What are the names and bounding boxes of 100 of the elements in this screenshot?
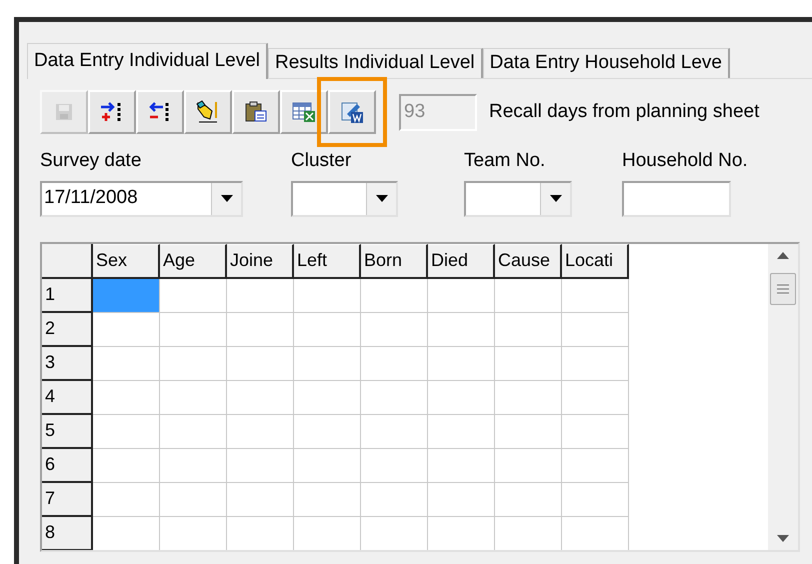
toolbar-button[interactable] (232, 90, 280, 134)
column-header[interactable]: Cause (495, 244, 562, 278)
table-cell[interactable] (562, 448, 629, 482)
table-cell[interactable] (428, 516, 495, 550)
tab[interactable]: Results Individual Level (268, 48, 483, 78)
row-header[interactable]: 7 (42, 482, 93, 516)
table-cell[interactable] (227, 482, 294, 516)
table-cell[interactable] (294, 414, 361, 448)
table-cell[interactable] (361, 380, 428, 414)
table-cell[interactable] (428, 414, 495, 448)
table-cell[interactable] (428, 482, 495, 516)
toolbar-button[interactable] (184, 90, 232, 134)
table-cell[interactable] (294, 482, 361, 516)
table-cell[interactable] (160, 380, 227, 414)
scroll-down-icon[interactable] (777, 534, 789, 542)
table-cell[interactable] (227, 516, 294, 550)
table-cell[interactable] (227, 346, 294, 380)
table-cell[interactable] (93, 278, 160, 312)
table-cell[interactable] (160, 278, 227, 312)
recall-days-label: Recall days from planning sheet (489, 100, 760, 124)
table-cell[interactable] (428, 346, 495, 380)
table-cell[interactable] (294, 380, 361, 414)
table-cell[interactable] (294, 312, 361, 346)
column-header[interactable]: Sex (93, 244, 160, 278)
table-cell[interactable] (495, 380, 562, 414)
toolbar-button[interactable] (136, 90, 184, 134)
dropdown-button[interactable] (211, 182, 241, 214)
table-cell[interactable] (495, 278, 562, 312)
scroll-up-icon[interactable] (777, 252, 789, 258)
table-cell[interactable] (495, 448, 562, 482)
table-cell[interactable] (361, 448, 428, 482)
column-header[interactable]: Age (160, 244, 227, 278)
table-cell[interactable] (227, 380, 294, 414)
table-cell[interactable] (562, 414, 629, 448)
dropdown-button[interactable] (366, 182, 396, 214)
table-cell[interactable] (562, 312, 629, 346)
table-cell[interactable] (428, 278, 495, 312)
table-cell[interactable] (227, 448, 294, 482)
table-cell[interactable] (428, 380, 495, 414)
table-cell[interactable] (361, 482, 428, 516)
table-cell[interactable] (495, 516, 562, 550)
table-cell[interactable] (361, 414, 428, 448)
tab[interactable]: Data Entry Household Leve (482, 48, 730, 78)
table-cell[interactable] (428, 312, 495, 346)
table-cell[interactable] (562, 346, 629, 380)
table-cell[interactable] (294, 346, 361, 380)
row-header[interactable]: 2 (42, 312, 93, 346)
table-cell[interactable] (93, 448, 160, 482)
scroll-thumb[interactable] (770, 272, 796, 304)
table-cell[interactable] (495, 346, 562, 380)
row-header[interactable]: 5 (42, 414, 93, 448)
table-cell[interactable] (361, 516, 428, 550)
row-header[interactable]: 8 (42, 516, 93, 550)
table-cell[interactable] (562, 380, 629, 414)
table-cell[interactable] (160, 516, 227, 550)
table-cell[interactable] (227, 312, 294, 346)
dropdown-button[interactable] (540, 182, 570, 214)
table-cell[interactable] (93, 414, 160, 448)
table-cell[interactable] (495, 312, 562, 346)
row-header[interactable]: 4 (42, 380, 93, 414)
column-header[interactable]: Born (361, 244, 428, 278)
table-cell[interactable] (562, 516, 629, 550)
row-header[interactable]: 1 (42, 278, 93, 312)
table-cell[interactable] (160, 346, 227, 380)
table-cell[interactable] (227, 278, 294, 312)
table-cell[interactable] (495, 414, 562, 448)
table-cell[interactable] (428, 448, 495, 482)
toolbar-button[interactable] (88, 90, 136, 134)
table-cell[interactable] (361, 346, 428, 380)
table-cell[interactable] (93, 312, 160, 346)
table-cell[interactable] (160, 448, 227, 482)
text-field[interactable] (622, 180, 731, 216)
table-cell[interactable] (294, 278, 361, 312)
column-header[interactable]: Locati (562, 244, 629, 278)
toolbar-button[interactable] (328, 90, 376, 134)
table-cell[interactable] (93, 482, 160, 516)
table-cell[interactable] (227, 414, 294, 448)
tab[interactable]: Data Entry Individual Level (27, 43, 268, 79)
table-cell[interactable] (93, 516, 160, 550)
grip-icon (777, 284, 789, 294)
row-header[interactable]: 6 (42, 448, 93, 482)
table-cell[interactable] (93, 346, 160, 380)
table-cell[interactable] (160, 312, 227, 346)
combo-box[interactable]: 17/11/2008 (40, 180, 243, 216)
column-header[interactable]: Joine (227, 244, 294, 278)
vertical-scrollbar[interactable] (768, 244, 798, 550)
table-cell[interactable] (495, 482, 562, 516)
column-header[interactable]: Died (428, 244, 495, 278)
table-cell[interactable] (361, 278, 428, 312)
table-cell[interactable] (294, 516, 361, 550)
table-cell[interactable] (294, 448, 361, 482)
table-cell[interactable] (160, 414, 227, 448)
table-cell[interactable] (562, 278, 629, 312)
table-cell[interactable] (562, 482, 629, 516)
column-header[interactable]: Left (294, 244, 361, 278)
table-cell[interactable] (93, 380, 160, 414)
table-cell[interactable] (361, 312, 428, 346)
clipboard-icon (243, 100, 269, 124)
table-cell[interactable] (160, 482, 227, 516)
row-header[interactable]: 3 (42, 346, 93, 380)
